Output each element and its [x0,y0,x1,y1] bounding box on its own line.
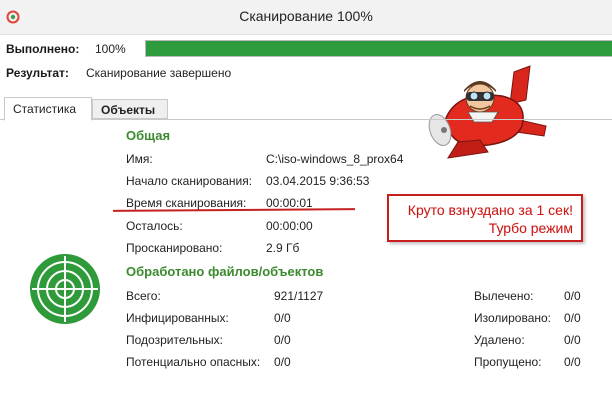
radar-icon [30,254,100,324]
general-value-name: C:\iso-windows_8_prox64 [266,152,404,166]
annotation-callout: Круто взнуздано за 1 сек! Турбо режим [387,194,583,242]
completed-value: 100% [95,42,126,56]
title-bar: Сканирование 100% [0,0,612,35]
general-label-scanned: Просканировано: [126,241,223,255]
processed-value-deleted: 0/0 [564,333,581,347]
processed-label-cured: Вылечено: [474,289,534,303]
result-value: Сканирование завершено [86,66,232,80]
processed-label-total: Всего: [126,289,161,303]
processed-value-isolated: 0/0 [564,311,581,325]
processed-value-infected: 0/0 [274,311,291,325]
processed-value-skipped: 0/0 [564,355,581,369]
tab-statistics[interactable]: Статистика [4,97,92,121]
window-title: Сканирование 100% [239,8,373,24]
processed-value-suspicious: 0/0 [274,333,291,347]
processed-label-infected: Инфицированных: [126,311,229,325]
red-underline [112,208,356,212]
general-heading: Общая [126,128,171,143]
processed-value-potentially-dangerous: 0/0 [274,355,291,369]
general-value-start: 03.04.2015 9:36:53 [266,174,370,188]
tab-objects[interactable]: Объекты [92,99,168,119]
processed-label-isolated: Изолировано: [474,311,552,325]
processed-label-deleted: Удалено: [474,333,525,347]
general-label-remaining: Осталось: [126,219,183,233]
scan-progress-bar [145,40,612,57]
processed-value-cured: 0/0 [564,289,581,303]
general-value-scanned: 2.9 Гб [266,241,300,255]
processed-value-total: 921/1127 [274,289,324,303]
completed-label: Выполнено: [6,42,80,56]
progress-fill [146,41,612,56]
processed-label-suspicious: Подозрительных: [126,333,223,347]
processed-label-skipped: Пропущено: [474,355,542,369]
processed-label-potentially-dangerous: Потенциально опасных: [126,355,261,369]
cartoon-plane-pilot [428,65,547,159]
result-label: Результат: [6,66,69,80]
annotation-text: Круто взнуздано за 1 сек! Турбо режим [407,202,573,236]
general-label-name: Имя: [126,152,153,166]
general-value-remaining: 00:00:00 [266,219,313,233]
general-label-duration: Время сканирования: [126,196,247,210]
general-label-start: Начало сканирования: [126,174,253,188]
processed-heading: Обработано файлов/объектов [126,264,324,279]
